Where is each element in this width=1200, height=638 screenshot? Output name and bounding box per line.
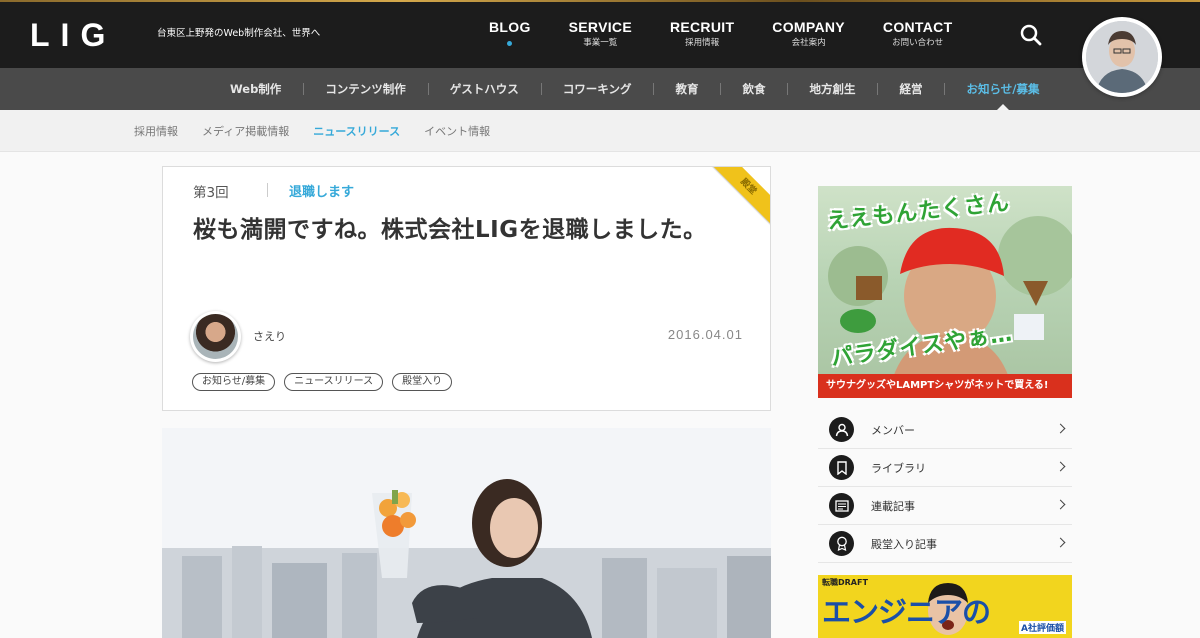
banner-brand: 転職DRAFT xyxy=(822,578,868,587)
author-avatar[interactable] xyxy=(190,311,241,362)
subcategory-media[interactable]: メディア掲載情報 xyxy=(202,123,289,139)
header-accent-strip xyxy=(0,0,1200,2)
sauna-goods-banner[interactable]: ええもんたくさん パラダイスやぁ… サウナグッズやLAMPTシャツがネットで買え… xyxy=(818,186,1072,398)
sidebar-item-label: 殿堂入り記事 xyxy=(871,537,937,551)
sidebar-item-label: ライブラリ xyxy=(871,461,926,475)
article-header-card: 第3回 退職します 桜も満開ですね。株式会社LIGを退職しました。 さえり 20… xyxy=(162,166,771,411)
search-icon xyxy=(1020,24,1042,46)
category-food[interactable]: 飲食 xyxy=(720,68,787,110)
nav-label: SERVICE xyxy=(568,19,632,35)
series-number: 第3回 xyxy=(193,185,229,201)
chevron-right-icon xyxy=(1055,461,1066,472)
category-coworking[interactable]: コワーキング xyxy=(540,68,654,110)
subcategory-bar: 採用情報 メディア掲載情報 ニュースリリース イベント情報 xyxy=(0,110,1200,152)
bookmark-icon xyxy=(829,455,854,480)
global-header: LIG 台東区上野発のWeb制作会社、世界へ BLOG SERVICE 事業一覧… xyxy=(0,0,1200,97)
nav-sublabel: お問い合わせ xyxy=(892,38,944,48)
category-education[interactable]: 教育 xyxy=(653,68,720,110)
nav-company[interactable]: COMPANY 会社案内 xyxy=(753,18,864,50)
award-icon xyxy=(829,531,854,556)
banner-caption: サウナグッズやLAMPTシャツがネットで買える! xyxy=(818,374,1072,398)
sidebar-item-label: メンバー xyxy=(871,423,915,437)
author-photo xyxy=(193,314,238,359)
category-web[interactable]: Web制作 xyxy=(208,68,303,110)
sidebar-item-members[interactable]: メンバー xyxy=(818,411,1072,449)
category-contents[interactable]: コンテンツ制作 xyxy=(303,68,428,110)
sidebar-item-hall-of-fame[interactable]: 殿堂入り記事 xyxy=(818,525,1072,563)
engineer-draft-banner[interactable]: 転職DRAFT エンジニアの A社評価額 xyxy=(818,575,1072,638)
nav-blog[interactable]: BLOG xyxy=(470,18,550,50)
tag-list: お知らせ/募集 ニュースリリース 殿堂入り xyxy=(192,373,461,391)
category-news[interactable]: お知らせ/募集 xyxy=(944,68,1061,110)
nav-label: RECRUIT xyxy=(669,19,735,35)
sidebar-item-library[interactable]: ライブラリ xyxy=(818,449,1072,487)
subcategory-newsrelease[interactable]: ニュースリリース xyxy=(313,123,400,139)
nav-recruit[interactable]: RECRUIT 採用情報 xyxy=(651,18,753,50)
site-logo[interactable]: LIG xyxy=(30,18,116,52)
series-link[interactable]: 退職します xyxy=(289,181,354,200)
author-name[interactable]: さえり xyxy=(253,328,286,344)
banner-headline: エンジニアの xyxy=(822,595,991,629)
article-title: 桜も満開ですね。株式会社LIGを退職しました。 xyxy=(193,217,707,243)
category-management[interactable]: 経営 xyxy=(877,68,944,110)
nav-sublabel: 採用情報 xyxy=(685,38,720,48)
subcategory-event[interactable]: イベント情報 xyxy=(424,123,490,139)
sidebar-item-series[interactable]: 連載記事 xyxy=(818,487,1072,525)
search-button[interactable] xyxy=(1018,22,1044,48)
person-icon xyxy=(829,417,854,442)
chevron-right-icon xyxy=(1055,423,1066,434)
nav-contact[interactable]: CONTACT お問い合わせ xyxy=(864,18,972,50)
nav-service[interactable]: SERVICE 事業一覧 xyxy=(550,18,651,50)
subcategory-recruit[interactable]: 採用情報 xyxy=(134,123,178,139)
category-nav: Web制作 コンテンツ制作 ゲストハウス コワーキング 教育 飲食 地方創生 経… xyxy=(208,68,1061,110)
main-nav: BLOG SERVICE 事業一覧 RECRUIT 採用情報 COMPANY 会… xyxy=(470,18,971,50)
user-avatar[interactable] xyxy=(1082,17,1162,97)
sidebar-menu: メンバー ライブラリ 連載記事 殿堂入り記事 xyxy=(818,411,1072,563)
site-tagline: 台東区上野発のWeb制作会社、世界へ xyxy=(157,28,321,39)
post-date: 2016.04.01 xyxy=(667,327,743,342)
chevron-right-icon xyxy=(1055,499,1066,510)
subcategory-nav: 採用情報 メディア掲載情報 ニュースリリース イベント情報 xyxy=(134,110,514,152)
nav-active-dot xyxy=(507,41,513,46)
user-avatar-photo xyxy=(1086,21,1158,93)
category-regional[interactable]: 地方創生 xyxy=(787,68,877,110)
category-guesthouse[interactable]: ゲストハウス xyxy=(427,68,541,110)
nav-sublabel: 事業一覧 xyxy=(583,38,618,48)
news-icon xyxy=(829,493,854,518)
sidebar-item-label: 連載記事 xyxy=(871,499,915,513)
category-bar: Web制作 コンテンツ制作 ゲストハウス コワーキング 教育 飲食 地方創生 経… xyxy=(0,68,1200,110)
tag-newsrelease[interactable]: ニュースリリース xyxy=(284,373,384,391)
main-content: 第3回 退職します 桜も満開ですね。株式会社LIGを退職しました。 さえり 20… xyxy=(0,152,1200,638)
article-hero-image xyxy=(162,428,771,638)
tag-hall-of-fame[interactable]: 殿堂入り xyxy=(392,373,453,391)
nav-sublabel: 会社案内 xyxy=(791,38,826,48)
tag-news[interactable]: お知らせ/募集 xyxy=(192,373,276,391)
nav-label: BLOG xyxy=(489,19,531,35)
banner-subtext: A社評価額 xyxy=(1019,621,1066,634)
chevron-right-icon xyxy=(1055,537,1066,548)
series-divider xyxy=(267,183,268,197)
nav-label: COMPANY xyxy=(772,19,845,35)
nav-label: CONTACT xyxy=(882,19,953,35)
